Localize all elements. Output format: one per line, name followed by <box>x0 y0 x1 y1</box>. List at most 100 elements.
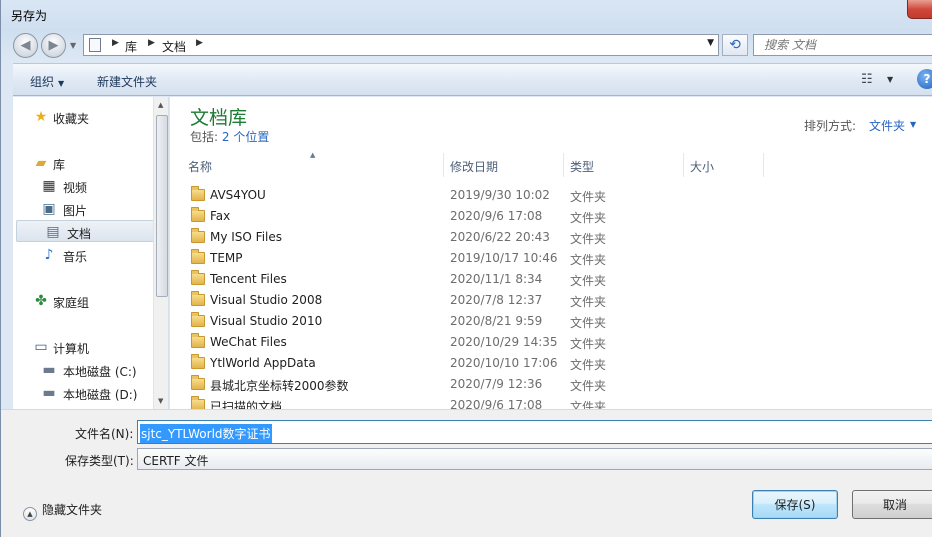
drive-icon: ▬ <box>42 362 56 378</box>
filename-value[interactable]: sjtc_YTLWorld数字证书 <box>140 424 272 443</box>
nav-item-favorites[interactable]: ★ 收藏夹 <box>13 106 153 128</box>
view-options-dropdown[interactable]: ▼ <box>887 75 893 84</box>
nav-item-label: 计算机 <box>53 342 90 356</box>
breadcrumb-separator[interactable]: ▶ <box>196 38 203 48</box>
list-item[interactable]: Tencent Files 2020/11/1 8:34 文件夹 <box>182 269 932 290</box>
breadcrumb-separator[interactable]: ▶ <box>112 38 119 48</box>
video-icon: ▦ <box>42 178 56 194</box>
nav-item-music[interactable]: ♪ 音乐 <box>13 244 153 266</box>
nav-item-videos[interactable]: ▦ 视频 <box>13 175 153 197</box>
filename-label: 文件名(N): <box>75 427 134 441</box>
folder-icon <box>191 207 205 222</box>
nav-item-label: 音乐 <box>63 250 88 264</box>
file-type: 文件夹 <box>570 316 607 330</box>
folder-icon <box>191 291 205 306</box>
hide-folders-toggle[interactable]: ▲ 隐藏文件夹 <box>23 501 102 521</box>
file-name: 县城北京坐标转2000参数 <box>210 379 349 393</box>
nav-item-homegroup[interactable]: ✤ 家庭组 <box>13 290 153 312</box>
file-date: 2020/9/6 17:08 <box>450 209 543 223</box>
scroll-up-icon[interactable]: ▲ <box>158 101 163 109</box>
refresh-icon[interactable]: ⟲ <box>722 34 748 56</box>
column-header-type[interactable]: 类型 <box>564 153 684 177</box>
library-title: 文档库 <box>190 107 248 129</box>
close-button[interactable] <box>907 0 932 19</box>
nav-item-computer[interactable]: ▭ 计算机 <box>13 336 153 358</box>
list-item[interactable]: Visual Studio 2010 2020/8/21 9:59 文件夹 <box>182 311 932 332</box>
view-options-icon[interactable]: ☷ <box>861 72 873 87</box>
nav-item-label: 本地磁盘 (C:) <box>63 365 137 379</box>
recent-pages-dropdown[interactable]: ▼ <box>70 41 76 50</box>
navigation-pane: ★ 收藏夹 ▰ 库 ▦ 视频 ▣ 图片 ▤ 文档 ♪ 音乐 ✤ 家庭组 ▭ 计算 <box>13 97 169 409</box>
file-date: 2020/7/9 12:36 <box>450 377 543 391</box>
forward-arrow-icon[interactable]: ▶ <box>41 33 66 58</box>
folder-icon <box>191 249 205 264</box>
column-header-size[interactable]: 大小 <box>684 153 764 177</box>
folder-icon <box>191 354 205 369</box>
list-item[interactable]: Visual Studio 2008 2020/7/8 12:37 文件夹 <box>182 290 932 311</box>
folder-icon <box>191 396 205 409</box>
column-header-date[interactable]: 修改日期 <box>444 153 564 177</box>
list-item[interactable]: AVS4YOU 2019/9/30 10:02 文件夹 <box>182 185 932 206</box>
list-item[interactable]: WeChat Files 2020/10/29 14:35 文件夹 <box>182 332 932 353</box>
nav-item-label: 图片 <box>63 204 88 218</box>
file-date: 2020/10/10 17:06 <box>450 356 558 370</box>
includes-prefix: 包括: <box>190 130 219 144</box>
nav-item-drive-d[interactable]: ▬ 本地磁盘 (D:) <box>13 382 153 404</box>
column-header-name[interactable]: 名称 <box>182 153 444 177</box>
search-input[interactable] <box>762 36 912 54</box>
chevron-down-icon[interactable]: ▼ <box>910 120 916 129</box>
scrollbar-thumb[interactable] <box>156 115 168 297</box>
file-name: Tencent Files <box>210 272 287 286</box>
save-button[interactable]: 保存(S) <box>752 490 838 519</box>
folder-icon <box>191 375 205 390</box>
file-date: 2020/10/29 14:35 <box>450 335 558 349</box>
arrange-by-dropdown[interactable]: 文件夹 <box>869 117 905 134</box>
breadcrumb-documents[interactable]: 文档 <box>162 38 186 55</box>
breadcrumb-separator[interactable]: ▶ <box>148 38 155 48</box>
list-item[interactable]: Fax 2020/9/6 17:08 文件夹 <box>182 206 932 227</box>
file-type: 文件夹 <box>570 190 607 204</box>
help-icon[interactable]: ? <box>917 69 932 89</box>
address-history-dropdown[interactable]: ▼ <box>707 38 714 48</box>
star-icon: ★ <box>34 109 48 125</box>
includes-locations-link[interactable]: 2 个位置 <box>222 130 269 144</box>
new-folder-button[interactable]: 新建文件夹 <box>97 73 157 90</box>
search-box[interactable] <box>753 34 932 56</box>
list-item[interactable]: 县城北京坐标转2000参数 2020/7/9 12:36 文件夹 <box>182 374 932 395</box>
file-type: 文件夹 <box>570 337 607 351</box>
filename-field[interactable]: sjtc_YTLWorld数字证书 <box>137 420 932 444</box>
file-name: Visual Studio 2010 <box>210 314 323 328</box>
organize-button[interactable]: 组织 ▼ <box>30 73 64 90</box>
list-item[interactable]: TEMP 2019/10/17 10:46 文件夹 <box>182 248 932 269</box>
file-list-pane: 文档库 包括: 2 个位置 排列方式: 文件夹 ▼ ▲ 名称 修改日期 类型 大… <box>170 97 932 409</box>
nav-item-drive-c[interactable]: ▬ 本地磁盘 (C:) <box>13 359 153 381</box>
nav-item-label: 收藏夹 <box>53 112 90 126</box>
list-item[interactable]: 已扫描的文档 2020/9/6 17:08 文件夹 <box>182 395 932 409</box>
file-type: 文件夹 <box>570 253 607 267</box>
nav-pane-scrollbar[interactable]: ▲ ▼ <box>153 97 168 409</box>
filetype-label: 保存类型(T): <box>65 454 134 468</box>
scroll-down-icon[interactable]: ▼ <box>158 397 163 405</box>
address-bar[interactable]: ▶ 库 ▶ 文档 ▶ ▼ <box>83 34 719 56</box>
folder-icon <box>191 228 205 243</box>
nav-item-pictures[interactable]: ▣ 图片 <box>13 198 153 220</box>
drive-icon: ▬ <box>42 385 56 401</box>
history-nav: ◀ ▶ ▼ <box>13 33 79 59</box>
file-date: 2020/9/6 17:08 <box>450 398 543 409</box>
file-name: TEMP <box>210 251 243 265</box>
cancel-button[interactable]: 取消 <box>852 490 932 519</box>
back-arrow-icon[interactable]: ◀ <box>13 33 38 58</box>
file-date: 2020/7/8 12:37 <box>450 293 543 307</box>
save-options-panel: 文件名(N): sjtc_YTLWorld数字证书 保存类型(T): CERTF… <box>1 409 932 537</box>
nav-item-label: 本地磁盘 (D:) <box>63 388 138 402</box>
file-name: AVS4YOU <box>210 188 266 202</box>
nav-item-libraries[interactable]: ▰ 库 <box>13 152 153 174</box>
file-name: WeChat Files <box>210 335 287 349</box>
nav-item-documents[interactable]: ▤ 文档 <box>16 220 156 242</box>
list-item[interactable]: My ISO Files 2020/6/22 20:43 文件夹 <box>182 227 932 248</box>
file-name: Visual Studio 2008 <box>210 293 323 307</box>
filetype-select[interactable]: CERTF 文件 <box>137 448 932 470</box>
list-item[interactable]: YtlWorld AppData 2020/10/10 17:06 文件夹 <box>182 353 932 374</box>
library-folder-icon: ▰ <box>35 155 47 171</box>
breadcrumb-libraries[interactable]: 库 <box>125 38 137 55</box>
